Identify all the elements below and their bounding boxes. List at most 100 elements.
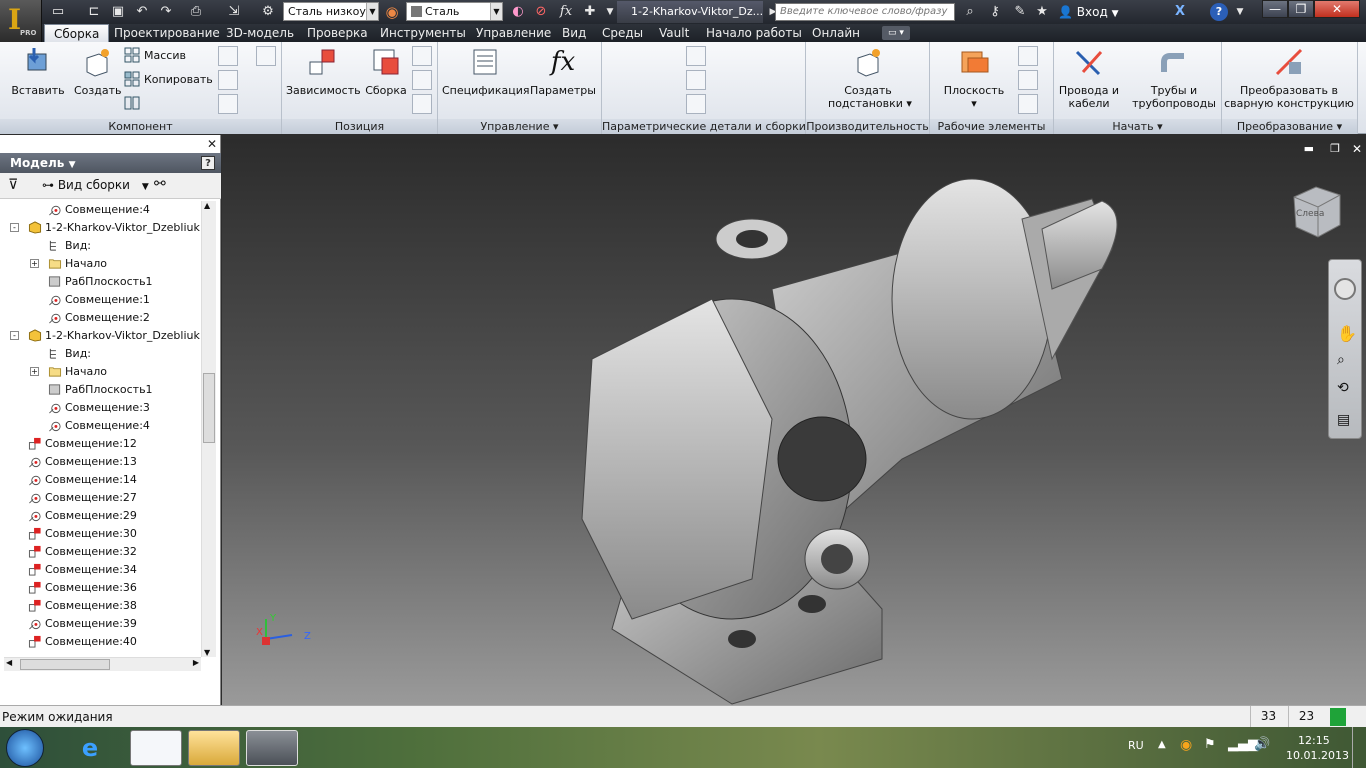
adjust-icon[interactable]: ◐ xyxy=(508,2,528,22)
tree-node[interactable]: - 1-2-Kharkov-Viktor_Dzebliuk xyxy=(10,327,200,345)
tree-node[interactable]: Совмещение:4 xyxy=(48,417,150,435)
tree-node[interactable]: Совмещение:14 xyxy=(28,471,137,489)
print-icon[interactable]: ⎙ xyxy=(186,2,206,22)
tab-assembly[interactable]: Сборка xyxy=(44,24,110,42)
volume-icon[interactable]: 🔊 xyxy=(1254,737,1270,752)
application-menu-button[interactable]: I PRO xyxy=(0,0,42,42)
ipart-edit-icon[interactable] xyxy=(686,94,706,114)
assemble-button[interactable]: Сборка xyxy=(362,46,410,97)
zoom-icon[interactable]: ⌕ xyxy=(1337,352,1345,368)
browser-hscroll[interactable]: ◀ ▶ xyxy=(4,657,201,671)
replace-icon[interactable] xyxy=(218,46,238,66)
tree-node[interactable]: Вид: xyxy=(48,345,91,363)
tab-online[interactable]: Онлайн xyxy=(812,24,860,42)
tree-node[interactable]: Совмещение:32 xyxy=(28,543,137,561)
tree-node[interactable]: Совмещение:34 xyxy=(28,561,137,579)
close-button[interactable]: ✕ xyxy=(1314,0,1360,18)
tab-design[interactable]: Проектирование xyxy=(114,24,220,42)
tree-node[interactable]: Совмещение:2 xyxy=(48,309,150,327)
tree-node[interactable]: - 1-2-Kharkov-Viktor_Dzebliuk xyxy=(10,219,200,237)
collapse-icon[interactable]: - xyxy=(10,223,19,232)
viewport-minimize-icon[interactable]: ▬ xyxy=(1304,142,1314,155)
material-combo[interactable]: Сталь низкоу ▼ xyxy=(283,2,379,21)
undo-icon[interactable]: ↶ xyxy=(132,2,152,22)
tools-icon[interactable]: ✎ xyxy=(1010,2,1030,22)
scroll-down-icon[interactable]: ▼ xyxy=(204,648,210,657)
graphics-window[interactable]: ▬ ❐ ✕ Слева ✋ ⌕ ⟲ ▤ X Y Z xyxy=(222,139,1366,705)
binoculars-icon[interactable]: ⌕ xyxy=(960,2,980,22)
viewport-close-icon[interactable]: ✕ xyxy=(1352,142,1362,156)
rotate-icon[interactable] xyxy=(412,94,432,114)
mirror-button[interactable] xyxy=(124,94,144,114)
ucs-icon[interactable] xyxy=(1018,94,1038,114)
binoculars-icon[interactable]: ⚯ xyxy=(154,176,166,192)
appearance-combo[interactable]: Сталь ▼ xyxy=(406,2,503,21)
steering-wheel-icon[interactable] xyxy=(1334,278,1356,300)
tree-node[interactable]: Совмещение:13 xyxy=(28,453,137,471)
chevron-down-icon[interactable]: ▼ xyxy=(1230,2,1250,22)
search-input[interactable]: Введите ключевое слово/фразу xyxy=(775,3,955,21)
copy-button[interactable]: Копировать xyxy=(124,70,213,90)
filter-icon[interactable]: ⊽ xyxy=(8,177,18,193)
pan-icon[interactable]: ✋ xyxy=(1337,324,1357,343)
help-icon[interactable]: ? xyxy=(201,156,215,170)
panel-begin-label[interactable]: Начать ▾ xyxy=(1054,119,1221,134)
update-icon[interactable]: ⚙ xyxy=(258,2,278,22)
grid-icon[interactable] xyxy=(256,46,276,66)
orbit-icon[interactable]: ⟲ xyxy=(1337,380,1349,396)
help-button[interactable]: ? xyxy=(1210,3,1228,21)
tray-expand-icon[interactable]: ▲ xyxy=(1158,739,1166,750)
color-wheel-icon[interactable]: ◉ xyxy=(382,2,402,22)
signin-link[interactable]: 👤 Вход ▼ xyxy=(1058,3,1119,23)
tree-node[interactable]: Совмещение:29 xyxy=(28,507,137,525)
parameters-button[interactable]: fx Параметры xyxy=(530,46,596,97)
inventor-taskbar-icon[interactable] xyxy=(246,730,298,766)
minimize-button[interactable]: — xyxy=(1262,0,1288,18)
tray-app-icon[interactable]: ◉ xyxy=(1180,737,1192,753)
ie-icon[interactable]: e xyxy=(64,730,116,766)
browser-vscroll[interactable]: ▲ ▼ xyxy=(201,201,216,657)
show-desktop-button[interactable] xyxy=(1352,727,1366,768)
look-at-icon[interactable]: ▤ xyxy=(1337,412,1350,428)
panel-convert-label[interactable]: Преобразование ▾ xyxy=(1222,119,1357,134)
tree-node[interactable]: + Начало xyxy=(30,255,107,273)
tree-node[interactable]: Совмещение:4 xyxy=(48,201,150,219)
redo-icon[interactable]: ↷ xyxy=(156,2,176,22)
tab-manage[interactable]: Управление xyxy=(476,24,551,42)
tube-pipe-button[interactable]: Трубы и трубопроводы xyxy=(1130,46,1218,110)
close-icon[interactable]: ✕ xyxy=(207,137,217,151)
tree-node[interactable]: Совмещение:38 xyxy=(28,597,137,615)
clock-time[interactable]: 12:15 xyxy=(1298,734,1330,747)
clock-date[interactable]: 10.01.2013 xyxy=(1286,749,1349,762)
expand-icon[interactable]: + xyxy=(30,367,39,376)
save-icon[interactable]: ▣ xyxy=(108,2,128,22)
tree-node[interactable]: Совмещение:39 xyxy=(28,615,137,633)
ipart-info-icon[interactable] xyxy=(686,46,706,66)
gear-pump-model[interactable] xyxy=(572,159,1132,709)
fx-icon[interactable]: fx xyxy=(556,2,576,22)
tab-tools[interactable]: Инструменты xyxy=(380,24,466,42)
browser-header[interactable]: Модель ▼ ? xyxy=(0,153,221,173)
tab-get-started[interactable]: Начало работы xyxy=(706,24,802,42)
shrinkwrap-icon[interactable] xyxy=(218,94,238,114)
tab-view[interactable]: Вид xyxy=(562,24,586,42)
tree-node[interactable]: РабПлоскость1 xyxy=(48,273,153,291)
tab-vault[interactable]: Vault xyxy=(659,24,689,42)
return-icon[interactable]: ⇲ xyxy=(224,2,244,22)
tab-inspect[interactable]: Проверка xyxy=(307,24,368,42)
edit-icon[interactable] xyxy=(218,70,238,90)
tree-node[interactable]: Совмещение:36 xyxy=(28,579,137,597)
tree-node[interactable]: РабПлоскость1 xyxy=(48,381,153,399)
collapse-icon[interactable]: - xyxy=(10,331,19,340)
tray-flag-icon[interactable]: ⚑ xyxy=(1204,737,1216,752)
magnet-icon[interactable] xyxy=(412,46,432,66)
expand-icon[interactable]: + xyxy=(30,259,39,268)
tree-node[interactable]: Совмещение:30 xyxy=(28,525,137,543)
tree-node[interactable]: + Начало xyxy=(30,363,107,381)
tree-node[interactable]: Совмещение:40 xyxy=(28,633,137,651)
ribbon-toggle-button[interactable]: ▭ ▾ xyxy=(882,26,910,40)
scroll-thumb[interactable] xyxy=(203,373,215,443)
viewport-restore-icon[interactable]: ❐ xyxy=(1330,142,1340,155)
scroll-up-icon[interactable]: ▲ xyxy=(204,201,210,210)
maximize-button[interactable]: ❐ xyxy=(1288,0,1314,18)
